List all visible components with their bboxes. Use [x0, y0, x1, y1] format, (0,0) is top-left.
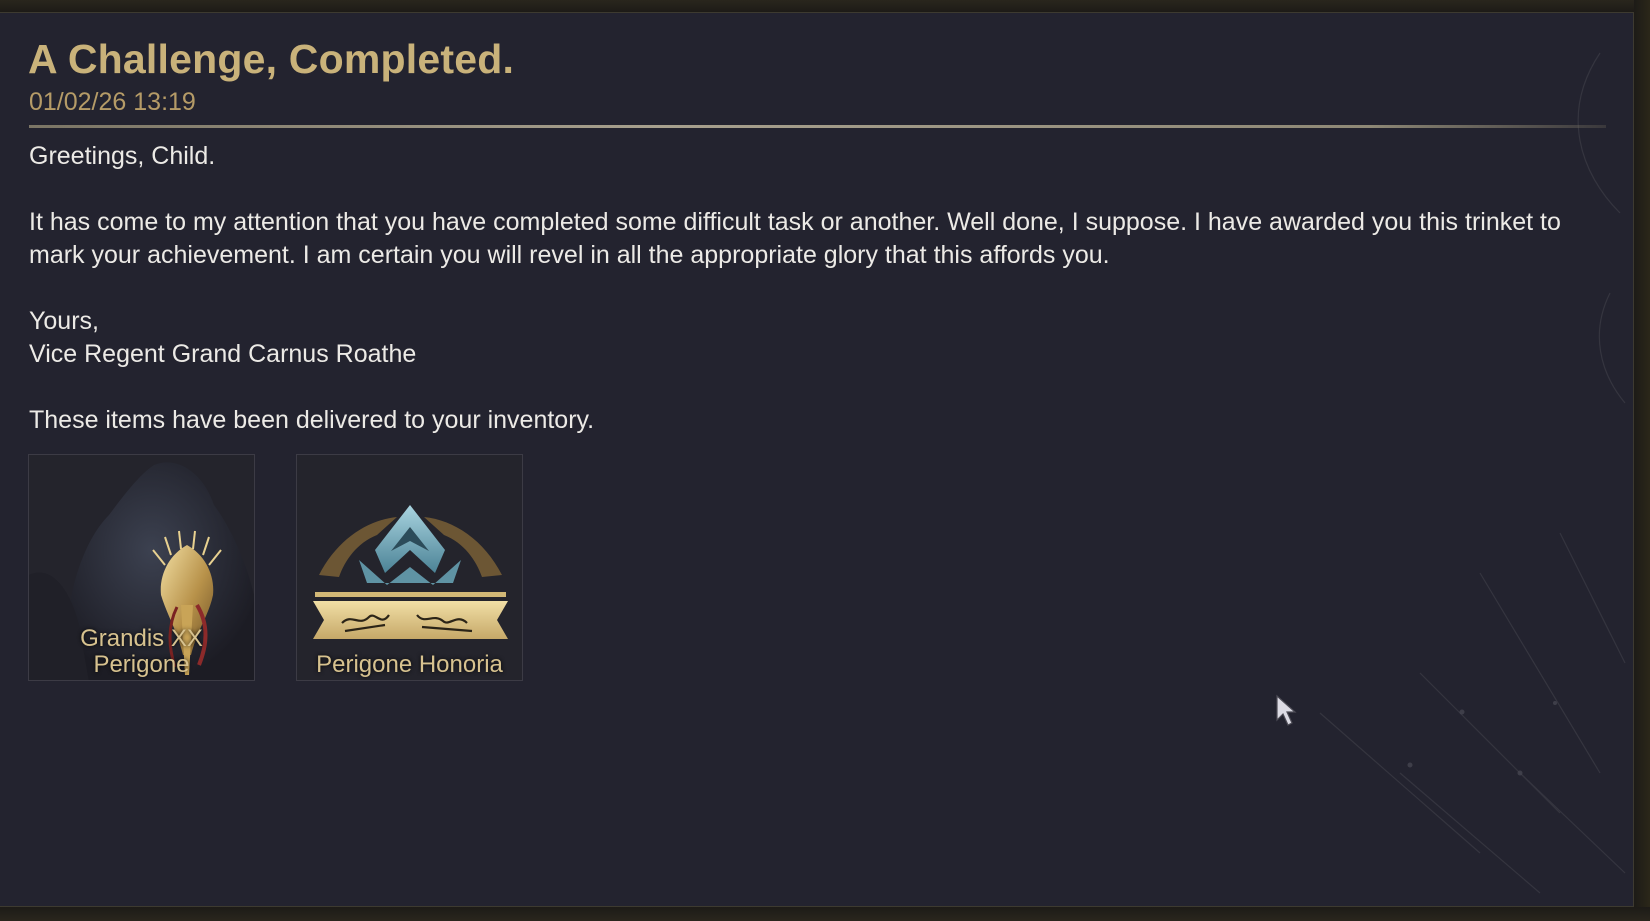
- warframe-emblem-icon: [297, 455, 522, 680]
- reward-item-perigone-honoria[interactable]: Perigone Honoria: [296, 454, 523, 681]
- window-frame-top: [0, 0, 1650, 12]
- message-title: A Challenge, Completed.: [28, 36, 515, 82]
- reward-item-grandis-xx-perigone[interactable]: Grandis XX Perigone: [28, 454, 255, 681]
- window-frame-bottom: [0, 907, 1650, 921]
- window-frame-right: [1634, 0, 1650, 921]
- mouse-cursor-icon: [1276, 694, 1297, 726]
- title-divider: [29, 125, 1606, 128]
- reward-item-label: Perigone Honoria: [316, 651, 503, 678]
- message-paragraph: It has come to my attention that you hav…: [29, 208, 1561, 269]
- reward-item-label: Grandis XX Perigone: [80, 625, 203, 678]
- delivery-note: These items have been delivered to your …: [29, 406, 595, 434]
- message-timestamp: 01/02/26 13:19: [29, 88, 196, 116]
- message-sender: Vice Regent Grand Carnus Roathe: [29, 340, 417, 368]
- message-body: Greetings, Child. It has come to my atte…: [29, 140, 1609, 437]
- inbox-message-panel: A Challenge, Completed. 01/02/26 13:19 G…: [0, 12, 1634, 907]
- message-greeting: Greetings, Child.: [29, 142, 216, 170]
- message-signoff: Yours,: [29, 307, 99, 335]
